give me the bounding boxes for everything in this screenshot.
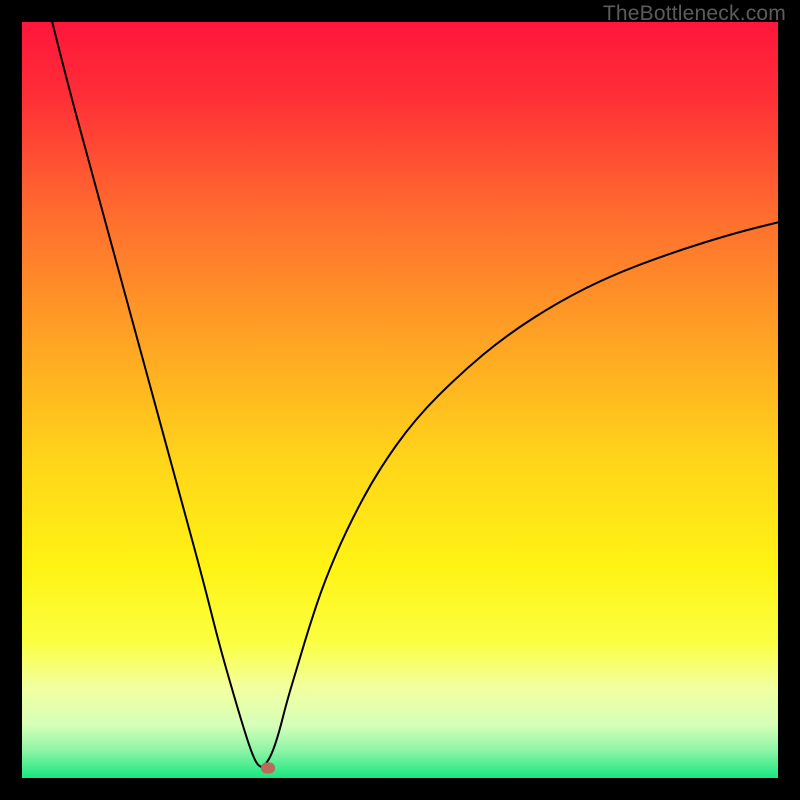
watermark-text: TheBottleneck.com	[603, 2, 786, 26]
plot-area	[22, 22, 778, 778]
bottleneck-curve	[22, 22, 778, 778]
optimal-point-marker	[261, 763, 275, 774]
chart-frame: TheBottleneck.com	[0, 0, 800, 800]
